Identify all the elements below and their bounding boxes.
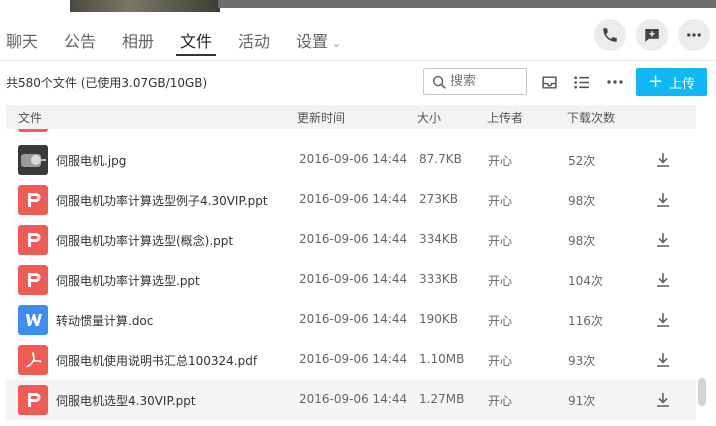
- file-uploader: 开心: [488, 354, 513, 368]
- file-downloads: 98次: [568, 234, 596, 248]
- plus-icon: +: [647, 71, 664, 92]
- upload-label: 上传: [669, 76, 696, 92]
- table-row[interactable]: 伺服电机选型4.30VIP.ppt 2016-09-06 14:44 1.27MB 开…: [6, 380, 696, 420]
- inbox-button[interactable]: [539, 72, 559, 92]
- file-uploader: 开心: [488, 314, 513, 328]
- file-size: 333KB: [419, 272, 459, 286]
- more-button[interactable]: [678, 19, 710, 51]
- divider: [0, 60, 716, 61]
- file-uploader: 开心: [488, 154, 513, 168]
- file-name: 伺服电机选型4.30VIP.ppt: [56, 394, 196, 408]
- file-uploader: 开心: [488, 274, 513, 288]
- file-summary: 共580个文件 (已使用3.07GB/10GB): [6, 76, 208, 90]
- table-row-partial[interactable]: [6, 129, 696, 137]
- active-tab-indicator: [176, 54, 216, 56]
- column-name[interactable]: 文件: [18, 109, 42, 126]
- more-icon: [687, 33, 701, 37]
- more-horizontal-icon: [607, 80, 623, 84]
- download-icon[interactable]: [654, 271, 672, 289]
- table-row[interactable]: 伺服电机功率计算选型.ppt 2016-09-06 14:44 333KB 开心 104…: [6, 260, 696, 300]
- search-box[interactable]: [423, 68, 527, 95]
- more-options-button[interactable]: [605, 72, 625, 92]
- download-icon[interactable]: [654, 151, 672, 169]
- chevron-down-icon: ⌄: [332, 37, 342, 50]
- column-downloads[interactable]: 下载次数: [567, 109, 615, 126]
- file-size: 334KB: [419, 232, 459, 246]
- file-downloads: 52次: [568, 154, 596, 168]
- file-downloads: 116次: [568, 314, 603, 328]
- tab-settings-label: 设置: [296, 32, 329, 51]
- file-time: 2016-09-06 14:44: [299, 152, 408, 166]
- file-downloads: 104次: [568, 274, 603, 288]
- table-row[interactable]: 伺服电机.jpg 2016-09-06 14:44 87.7KB 开心 52次: [6, 140, 696, 180]
- column-time[interactable]: 更新时间: [297, 109, 345, 126]
- file-time: 2016-09-06 14:44: [299, 312, 408, 326]
- table-row[interactable]: 转动惯量计算.doc 2016-09-06 14:44 190KB 开心 116次: [6, 300, 696, 340]
- file-time: 2016-09-06 14:44: [299, 232, 408, 246]
- inbox-icon: [541, 75, 557, 89]
- file-size: 190KB: [419, 312, 459, 326]
- file-list: 伺服电机.jpg 2016-09-06 14:44 87.7KB 开心 52次伺服电机功…: [0, 129, 696, 426]
- download-icon[interactable]: [654, 191, 672, 209]
- doc-file-icon: [18, 305, 48, 335]
- file-name: 伺服电机使用说明书汇总100324.pdf: [56, 354, 258, 368]
- banner-photo: [70, 0, 220, 12]
- file-downloads: 98次: [568, 194, 596, 208]
- file-uploader: 开心: [488, 234, 513, 248]
- tab-announcement[interactable]: 公告: [64, 28, 96, 52]
- column-size[interactable]: 大小: [417, 109, 441, 126]
- column-uploader[interactable]: 上传者: [487, 109, 523, 126]
- image-file-icon: [18, 145, 48, 175]
- tab-settings[interactable]: 设置 ⌄: [296, 28, 341, 52]
- ppt-file-icon: [18, 265, 48, 295]
- ppt-file-icon: [18, 129, 48, 132]
- file-time: 2016-09-06 14:44: [299, 192, 408, 206]
- file-size: 273KB: [419, 192, 459, 206]
- file-size: 1.27MB: [419, 392, 465, 406]
- file-name: 伺服电机功率计算选型.ppt: [56, 274, 200, 288]
- table-row[interactable]: 伺服电机功率计算选型(概念).ppt 2016-09-06 14:44 334KB 开…: [6, 220, 696, 260]
- phone-icon: [603, 28, 617, 42]
- upload-button[interactable]: + 上传: [636, 68, 707, 96]
- download-icon[interactable]: [654, 311, 672, 329]
- file-name: 伺服电机功率计算选型(概念).ppt: [56, 234, 234, 248]
- scrollbar[interactable]: [698, 378, 706, 406]
- file-name: 转动惯量计算.doc: [56, 314, 154, 328]
- table-header: 文件 更新时间 大小 上传者 下载次数: [6, 105, 696, 129]
- file-downloads: 91次: [568, 394, 596, 408]
- file-uploader: 开心: [488, 194, 513, 208]
- list-view-button[interactable]: [571, 72, 591, 92]
- phone-button[interactable]: [594, 19, 626, 51]
- tab-files[interactable]: 文件: [180, 28, 212, 52]
- file-time: 2016-09-06 14:44: [299, 272, 408, 286]
- tab-bar: 聊天 公告 相册 文件 活动 设置 ⌄: [0, 22, 580, 56]
- ppt-file-icon: [18, 225, 48, 255]
- table-row[interactable]: 伺服电机功率计算选型例子4.30VIP.ppt 2016-09-06 14:44 2…: [6, 180, 696, 220]
- file-name: 伺服电机功率计算选型例子4.30VIP.ppt: [56, 194, 268, 208]
- file-time: 2016-09-06 14:44: [299, 352, 408, 366]
- file-downloads: 93次: [568, 354, 596, 368]
- message-button[interactable]: [636, 19, 668, 51]
- file-size: 87.7KB: [419, 152, 462, 166]
- top-banner: [0, 0, 716, 12]
- ppt-file-icon: [18, 185, 48, 215]
- tab-activity[interactable]: 活动: [238, 28, 270, 52]
- ppt-file-icon: [18, 385, 48, 415]
- tab-album[interactable]: 相册: [122, 28, 154, 52]
- pdf-file-icon: [18, 345, 48, 375]
- download-icon[interactable]: [654, 231, 672, 249]
- download-icon[interactable]: [654, 351, 672, 369]
- tab-chat[interactable]: 聊天: [6, 28, 38, 52]
- file-name: 伺服电机.jpg: [56, 154, 127, 168]
- table-row[interactable]: 伺服电机使用说明书汇总100324.pdf 2016-09-06 14:44 1.1…: [6, 340, 696, 380]
- search-input[interactable]: [450, 73, 524, 90]
- list-view-icon: [573, 75, 589, 89]
- file-size: 1.10MB: [419, 352, 465, 366]
- file-time: 2016-09-06 14:44: [299, 392, 408, 406]
- download-icon[interactable]: [654, 391, 672, 409]
- file-uploader: 开心: [488, 394, 513, 408]
- search-icon: [432, 75, 446, 89]
- message-icon: [645, 29, 659, 42]
- banner-stripe: [218, 0, 716, 8]
